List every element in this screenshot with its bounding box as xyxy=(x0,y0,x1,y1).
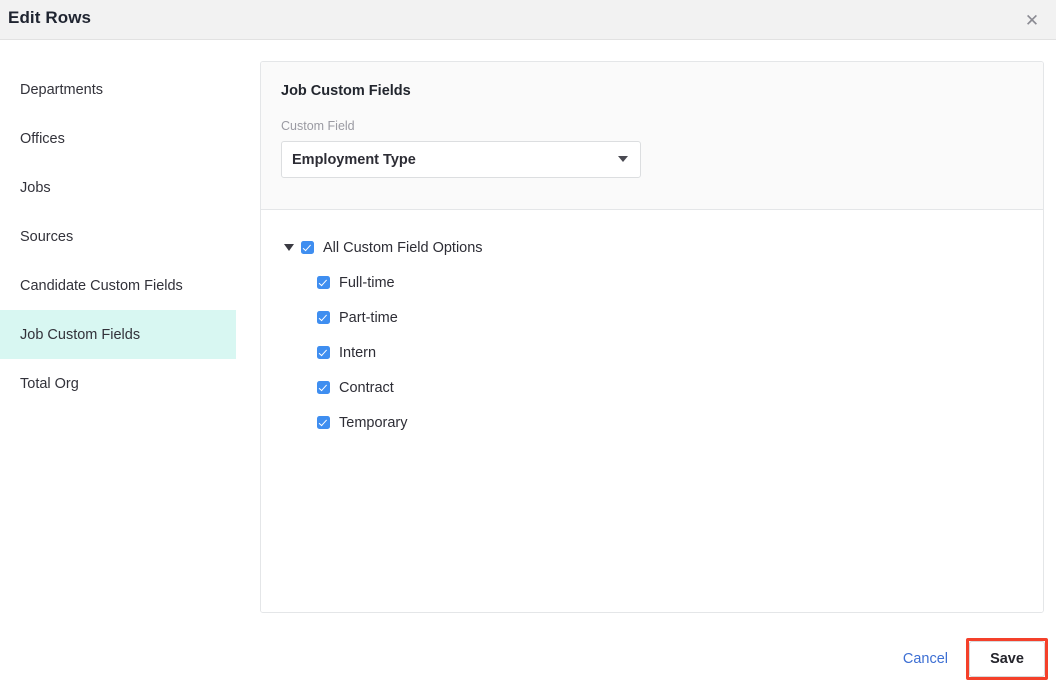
sidebar-item-label: Sources xyxy=(20,228,74,245)
panel-top-section: Job Custom Fields Custom Field Employmen… xyxy=(261,62,1043,210)
tree-label-root: All Custom Field Options xyxy=(323,239,483,256)
sidebar-item-sources[interactable]: Sources xyxy=(0,212,236,261)
tree-row-option: Part-time xyxy=(281,306,1023,329)
modal-footer: Cancel Save xyxy=(889,638,1048,680)
sidebar: Departments Offices Jobs Sources Candida… xyxy=(0,41,236,683)
tree-row-option: Temporary xyxy=(281,411,1023,434)
checkbox-contract[interactable] xyxy=(317,381,330,394)
sidebar-item-label: Candidate Custom Fields xyxy=(20,277,183,294)
sidebar-item-departments[interactable]: Departments xyxy=(0,65,236,114)
triangle-down-icon[interactable] xyxy=(281,240,297,256)
custom-field-select-value: Employment Type xyxy=(292,151,416,168)
tree-row-option: Contract xyxy=(281,376,1023,399)
custom-field-select[interactable]: Employment Type xyxy=(281,141,641,178)
tree-row-option: Full-time xyxy=(281,271,1023,294)
checkbox-intern[interactable] xyxy=(317,346,330,359)
panel-heading: Job Custom Fields xyxy=(281,83,411,99)
checkbox-part-time[interactable] xyxy=(317,311,330,324)
sidebar-item-label: Total Org xyxy=(20,375,79,392)
sidebar-item-job-custom-fields[interactable]: Job Custom Fields xyxy=(0,310,236,359)
tree-row-root: All Custom Field Options xyxy=(281,236,1023,259)
sidebar-item-offices[interactable]: Offices xyxy=(0,114,236,163)
modal-header: Edit Rows ✕ xyxy=(0,0,1056,40)
close-icon[interactable]: ✕ xyxy=(1016,4,1048,36)
save-button[interactable]: Save xyxy=(969,641,1045,677)
sidebar-item-candidate-custom-fields[interactable]: Candidate Custom Fields xyxy=(0,261,236,310)
tree-label-option: Intern xyxy=(339,344,377,361)
tree-label-option: Part-time xyxy=(339,309,398,326)
sidebar-item-total-org[interactable]: Total Org xyxy=(0,359,236,408)
sidebar-item-label: Departments xyxy=(20,81,104,98)
checkbox-all-custom-field-options[interactable] xyxy=(301,241,314,254)
tree-label-option: Temporary xyxy=(339,414,408,431)
tree-label-option: Full-time xyxy=(339,274,395,291)
sidebar-item-label: Job Custom Fields xyxy=(20,326,141,343)
sidebar-item-jobs[interactable]: Jobs xyxy=(0,163,236,212)
tree-row-option: Intern xyxy=(281,341,1023,364)
tree-label-option: Contract xyxy=(339,379,394,396)
custom-field-select-wrapper: Employment Type xyxy=(281,141,641,178)
custom-field-label: Custom Field xyxy=(281,119,355,133)
checkbox-temporary[interactable] xyxy=(317,416,330,429)
sidebar-item-label: Offices xyxy=(20,130,65,147)
save-button-highlight: Save xyxy=(966,638,1048,680)
custom-field-options-tree: All Custom Field Options Full-time Part-… xyxy=(261,210,1043,612)
job-custom-fields-panel: Job Custom Fields Custom Field Employmen… xyxy=(260,61,1044,613)
page-title: Edit Rows xyxy=(8,8,92,27)
cancel-button[interactable]: Cancel xyxy=(889,641,962,677)
checkbox-full-time[interactable] xyxy=(317,276,330,289)
sidebar-item-label: Jobs xyxy=(20,179,51,196)
